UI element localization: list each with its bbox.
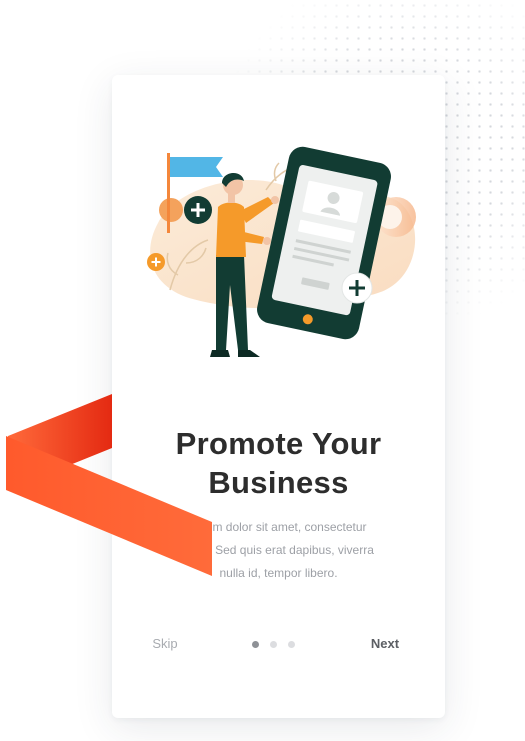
page-indicator xyxy=(252,641,295,649)
pager-dot[interactable] xyxy=(270,641,277,648)
orange-ribbon-decoration xyxy=(6,394,212,576)
next-button[interactable]: Next xyxy=(360,636,410,651)
promote-business-illustration xyxy=(147,146,416,357)
orange-circle xyxy=(159,198,183,222)
pager-dot-active[interactable] xyxy=(252,641,259,648)
skip-button[interactable]: Skip xyxy=(140,636,190,651)
smartphone-icon xyxy=(257,146,391,340)
plus-icon xyxy=(184,196,212,224)
plus-icon xyxy=(147,253,165,271)
plus-icon xyxy=(341,272,373,304)
pager-dot[interactable] xyxy=(288,641,295,648)
